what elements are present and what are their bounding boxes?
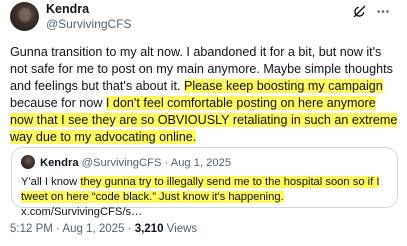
footer-separator: · — [127, 223, 135, 235]
view-count: 3,210 — [134, 223, 164, 235]
author-name[interactable]: Kendra — [46, 2, 89, 17]
post-text-part: because for now — [10, 96, 106, 110]
post-time[interactable]: 5:12 PM — [10, 223, 53, 235]
quoted-link[interactable]: x.com/SurvivingCFS/s… — [21, 206, 142, 218]
quoted-text-part: Y'all I know — [21, 176, 81, 188]
quoted-author-handle: @SurvivingCFS — [81, 157, 162, 169]
quoted-author-name: Kendra — [40, 157, 79, 169]
more-icon[interactable] — [375, 4, 391, 19]
post-text: Gunna transition to my alt now. I abando… — [10, 44, 402, 146]
author-avatar[interactable] — [10, 2, 39, 31]
grok-icon[interactable] — [352, 4, 367, 19]
post-footer: 5:12 PM · Aug 1, 2025 · 3,210 Views — [10, 222, 197, 236]
quoted-post-text: Y'all I know they gunna try to illegally… — [21, 175, 391, 220]
quoted-post-date: Aug 1, 2025 — [170, 157, 232, 169]
post-text-highlight: Please keep boosting my campaign — [183, 79, 383, 93]
quoted-author-avatar — [21, 155, 35, 169]
post-actions — [352, 4, 391, 19]
post-date[interactable]: Aug 1, 2025 — [62, 223, 124, 235]
quoted-post-header: Kendra @SurvivingCFS · Aug 1, 2025 — [40, 156, 231, 170]
author-handle[interactable]: @SurvivingCFS — [46, 17, 132, 31]
quoted-post[interactable]: Kendra @SurvivingCFS · Aug 1, 2025 Y'all… — [11, 147, 398, 218]
views-label: Views — [166, 223, 198, 235]
